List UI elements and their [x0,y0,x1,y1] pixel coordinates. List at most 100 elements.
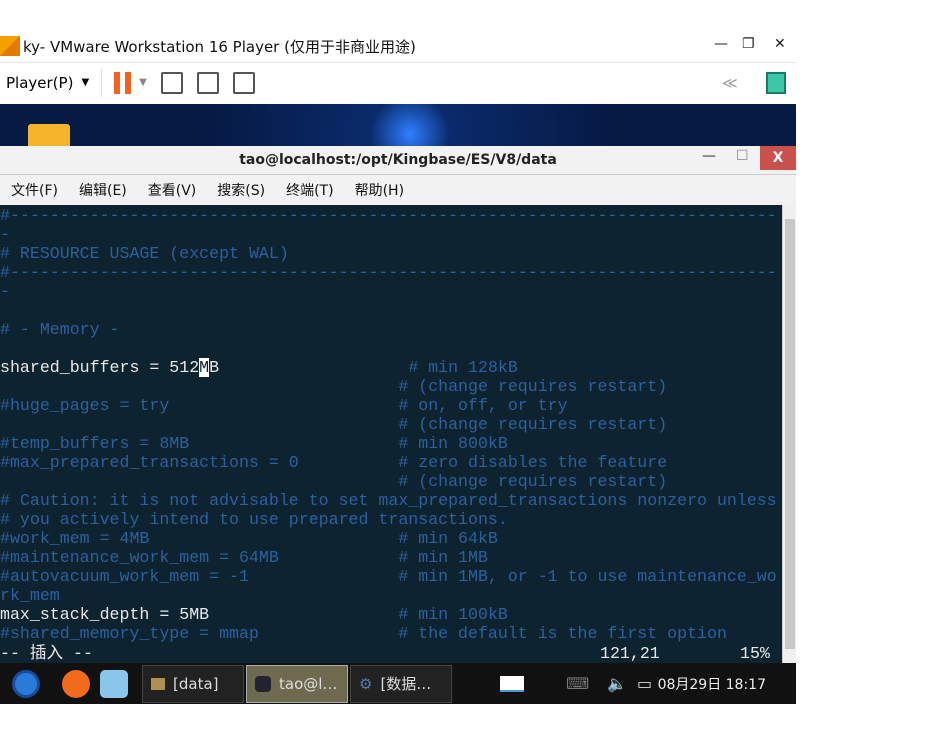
vim-status-line: -- 插入 -- 121,21 15% [0,644,782,663]
scrollbar[interactable] [782,205,796,663]
collapse-icon[interactable]: ≪ [722,74,738,92]
taskbar: [data] tao@l… ⚙ [数据… ⌨ 🔈 ▭ 08月29日 18:17 [0,663,796,704]
task-terminal[interactable]: tao@l… [246,664,348,703]
terminal-line: shared_buffers = 512MB # min 128kB [0,358,782,377]
task-data[interactable]: [data] [142,664,244,703]
vmware-titlebar: ky- VMware Workstation 16 Player (仅用于非商业… [0,30,796,62]
menu-view[interactable]: 查看(V) [148,180,197,200]
terminal-line: # (change requires restart) [0,415,782,434]
setting-text: shared_buffers = 512 [0,358,200,377]
comment-text: # (change requires restart) [0,377,668,396]
comment-text: # (change requires restart) [0,472,668,491]
terminal-line: #maintenance_work_mem = 64MB # min 1MB [0,548,782,567]
terminal-line: #temp_buffers = 8MB # min 800kB [0,434,782,453]
player-menu-label: Player(P) [6,73,74,92]
comment-text: #temp_buffers = 8MB # min 800kB [0,434,508,453]
terminal-line: rk_mem [0,586,782,605]
network-icon[interactable]: ▭ [637,674,652,693]
terminal-line: #shared_memory_type = mmap # the default… [0,624,782,643]
divider [101,68,103,97]
vmware-logo-icon [0,36,20,56]
comment-text: #autovacuum_work_mem = -1 # min 1MB, or … [0,567,777,586]
vmware-title: ky- VMware Workstation 16 Player (仅用于非商业… [23,37,416,56]
player-menu[interactable]: Player(P) ▼ [0,74,89,92]
menu-help[interactable]: 帮助(H) [355,180,404,200]
terminal-icon [255,675,271,692]
clock[interactable]: 08月29日 18:17 [658,674,766,694]
scrollbar-thumb[interactable] [785,219,795,649]
start-menu-icon[interactable] [12,669,40,698]
terminal-line: - [0,225,782,244]
terminal-line: # RESOURCE USAGE (except WAL) [0,244,782,263]
workspace-switcher[interactable] [500,675,524,692]
menu-file[interactable]: 文件(F) [11,180,58,200]
cursor-position: 121,21 [600,644,660,663]
file-manager-icon[interactable] [100,669,128,698]
terminal-line: #---------------------------------------… [0,263,782,282]
firefox-icon[interactable] [62,669,90,698]
pause-button[interactable] [114,71,132,94]
fullscreen-icon[interactable] [196,71,219,94]
comment-text: # min 100kB [398,605,508,624]
comment-text: #work_mem = 4MB # min 64kB [0,529,498,548]
close-button[interactable]: ✕ [774,36,786,52]
comment-text: - [0,282,10,301]
comment-text: # RESOURCE USAGE (except WAL) [0,244,289,263]
comment-text: # you actively intend to use prepared tr… [0,510,508,529]
terminal-line: #autovacuum_work_mem = -1 # min 1MB, or … [0,567,782,586]
comment-text: #shared_memory_type = mmap # the default… [0,624,727,643]
terminal-title: tao@localhost:/opt/Kingbase/ES/V8/data [239,152,557,168]
menu-terminal[interactable]: 终端(T) [286,180,333,200]
gear-icon: ⚙ [359,674,373,693]
text-cursor: M [199,358,210,377]
terminal-window: tao@localhost:/opt/Kingbase/ES/V8/data —… [0,146,796,663]
comment-text: #---------------------------------------… [0,206,777,225]
terminal-menubar: 文件(F) 编辑(E) 查看(V) 搜索(S) 终端(T) 帮助(H) [0,175,796,205]
dropdown-icon: ▼ [81,77,90,88]
terminal-line: # Caution: it is not advisable to set ma… [0,491,782,510]
terminal-line: #work_mem = 4MB # min 64kB [0,529,782,548]
comment-text: # (change requires restart) [0,415,668,434]
comment-text: #maintenance_work_mem = 64MB # min 1MB [0,548,488,567]
send-ctrl-alt-del-icon[interactable] [160,71,183,94]
terminal-line: # (change requires restart) [0,377,782,396]
comment-text: - [0,225,10,244]
vmware-window: ky- VMware Workstation 16 Player (仅用于非商业… [0,30,796,704]
comment-text: # Caution: it is not advisable to set ma… [0,491,777,510]
terminal-maximize-button[interactable]: ☐ [736,148,749,164]
terminal-minimize-button[interactable]: — [702,148,716,164]
minimize-button[interactable]: — [714,36,728,52]
terminal-line: # you actively intend to use prepared tr… [0,510,782,529]
terminal-line: #huge_pages = try # on, off, or try [0,396,782,415]
setting-text: max_stack_depth = 5MB [0,605,399,624]
terminal-close-button[interactable]: X [760,146,796,170]
task-label: tao@l… [279,674,338,693]
volume-icon[interactable]: 🔈 [607,674,627,693]
comment-text: #---------------------------------------… [0,263,777,282]
notes-icon[interactable] [766,71,786,94]
folder-icon[interactable] [28,124,70,146]
vim-mode: -- 插入 -- [0,644,93,663]
terminal-line: - [0,282,782,301]
menu-search[interactable]: 搜索(S) [217,180,265,200]
terminal-line: #---------------------------------------… [0,206,782,225]
keyboard-icon[interactable]: ⌨ [566,674,589,693]
pause-dropdown-icon[interactable]: ▼ [139,77,147,88]
terminal-screen[interactable]: #---------------------------------------… [0,205,782,663]
comment-text: #max_prepared_transactions = 0 # zero di… [0,453,668,472]
scroll-percent: 15% [740,644,770,663]
restore-button[interactable]: ❐ [742,36,755,52]
unity-icon[interactable] [232,71,255,94]
task-label: [数据… [380,675,432,693]
terminal-titlebar: tao@localhost:/opt/Kingbase/ES/V8/data —… [0,146,796,175]
task-label: [data] [173,674,219,693]
comment-text: #huge_pages = try # on, off, or try [0,396,568,415]
terminal-line: # (change requires restart) [0,472,782,491]
vmware-toolbar: Player(P) ▼ ▼ ≪ [0,62,796,102]
comment-text: # - Memory - [0,320,120,339]
folder-icon [151,677,165,690]
task-database[interactable]: ⚙ [数据… [350,664,452,703]
menu-edit[interactable]: 编辑(E) [79,180,127,200]
